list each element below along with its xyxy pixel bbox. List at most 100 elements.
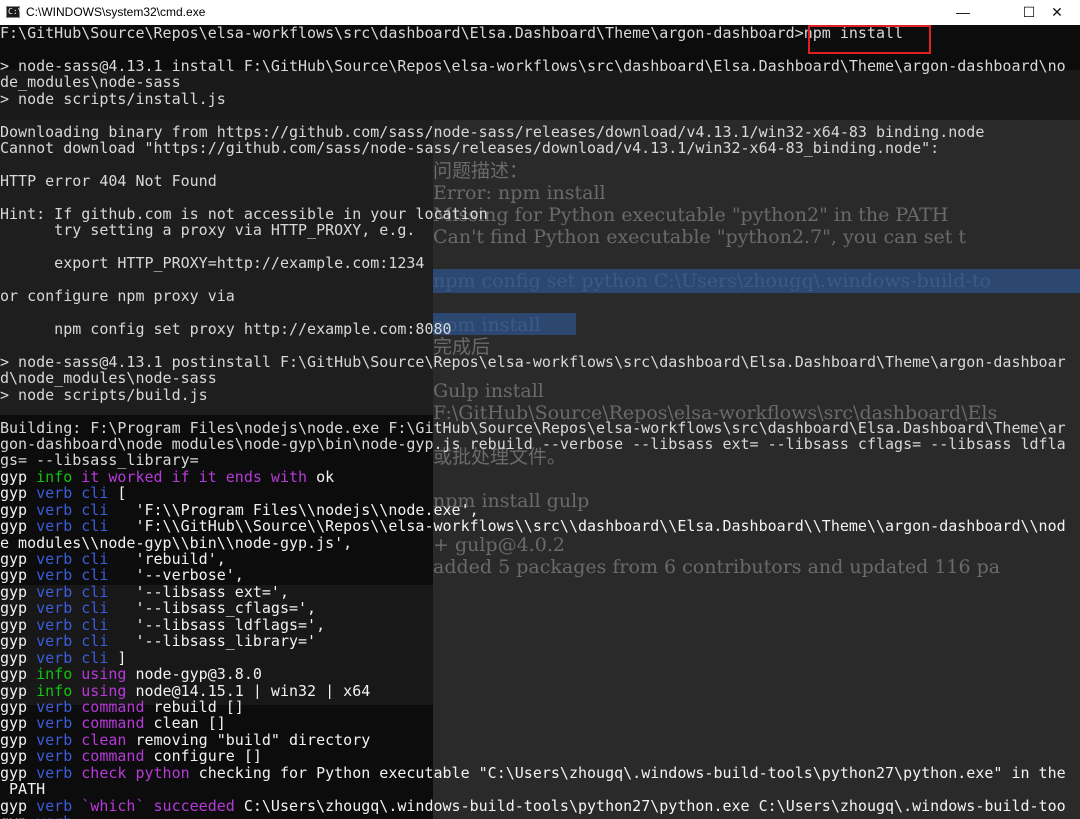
- console-text: ok: [316, 468, 335, 486]
- console-lines: F:\GitHub\Source\Repos\elsa-workflows\sr…: [0, 25, 1080, 819]
- console-line: HTTP error 404 Not Found: [0, 173, 1080, 189]
- console-line: gyp verb clean removing "build" director…: [0, 732, 1080, 748]
- console-text: cli: [72, 567, 109, 584]
- console-text: Cannot download "https://github.com/sass…: [0, 140, 940, 157]
- console-text: 'rebuild',: [108, 551, 226, 568]
- console-line: or configure npm proxy via: [0, 288, 1080, 304]
- console-text: > node scripts/install.js: [0, 90, 226, 108]
- console-text: '--libsass_ldflags=',: [108, 616, 326, 634]
- console-line: gyp verb check python checking for Pytho…: [0, 765, 1080, 781]
- console-text: cli: [72, 616, 109, 634]
- console-text: verb: [36, 731, 73, 749]
- console-line: gyp info it worked if it ends with ok: [0, 469, 1080, 485]
- console-line: gyp verb cli '--verbose',: [0, 567, 1080, 583]
- console-text: verb: [36, 485, 73, 502]
- console-line: gyp verb command configure []: [0, 748, 1080, 764]
- window-title: C:\WINDOWS\system32\cmd.exe: [26, 5, 206, 19]
- console-line: > node scripts/install.js: [0, 91, 1080, 107]
- minimize-button[interactable]: —: [940, 0, 986, 25]
- console-text: it worked if it ends with: [72, 468, 317, 486]
- console-text: ]: [108, 649, 127, 667]
- console-text: PATH: [0, 781, 46, 798]
- console-line: de_modules\node-sass: [0, 74, 1080, 90]
- console-text: cli: [72, 600, 109, 617]
- console-text: e_modules\\node-gyp\\bin\\node-gyp.js',: [0, 534, 353, 551]
- console-line: > node-sass@4.13.1 install F:\GitHub\Sou…: [0, 58, 1080, 74]
- console-text: export HTTP_PROXY=http://example.com:123…: [0, 255, 425, 272]
- console-line: > node scripts/build.js: [0, 387, 1080, 403]
- console-line: gyp verb cli '--libsass_ldflags=',: [0, 617, 1080, 633]
- console-line: gyp verb command rebuild []: [0, 699, 1080, 715]
- title-bar: C:\ C:\WINDOWS\system32\cmd.exe — ☐ ✕: [0, 0, 1080, 25]
- console-text: gyp: [0, 633, 37, 650]
- console-text: cli: [72, 485, 109, 502]
- console-text: de_modules\node-sass: [0, 74, 181, 91]
- console-text: verb: [36, 501, 73, 519]
- console-line: gyp verb cli '--libsass_library=': [0, 633, 1080, 649]
- console-line: Building: F:\Program Files\nodejs\node.e…: [0, 420, 1080, 436]
- console-line: gyp verb cli '--libsass_cflags=',: [0, 600, 1080, 616]
- console-line: gyp verb cli 'rebuild',: [0, 551, 1080, 567]
- console-text: verb: [36, 518, 73, 535]
- console-text: configure []: [144, 748, 262, 765]
- console-text: cli: [72, 633, 109, 650]
- console-text: try setting a proxy via HTTP_PROXY, e.g.: [0, 222, 416, 239]
- console-text: verb: [36, 814, 72, 819]
- console-text: verb: [36, 649, 73, 667]
- console-text: verb: [36, 633, 73, 650]
- console-line: npm config set proxy http://example.com:…: [0, 321, 1080, 337]
- console-text: '--libsass_cflags=',: [108, 600, 317, 617]
- console-text: gyp: [0, 666, 37, 683]
- console-text: info: [36, 682, 73, 699]
- console-text: gyp: [0, 764, 37, 782]
- console-text: > node scripts/build.js: [0, 386, 208, 404]
- console-text: gyp: [0, 698, 37, 716]
- console-text: verb: [36, 600, 73, 617]
- console-text: rebuild []: [144, 698, 244, 716]
- console-line: export HTTP_PROXY=http://example.com:123…: [0, 255, 1080, 271]
- console-text: cli: [72, 649, 109, 667]
- console-line: Hint: If github.com is not accessible in…: [0, 206, 1080, 222]
- console-text: verb: [36, 551, 73, 568]
- console-text: gyp: [0, 649, 37, 667]
- console-app-icon: C:\: [6, 6, 22, 18]
- console-text: verb: [36, 698, 73, 716]
- console-text: npm config set proxy http://example.com:…: [0, 320, 452, 338]
- console-line: Downloading binary from https://github.c…: [0, 124, 1080, 140]
- console-text: gyp: [0, 682, 37, 699]
- console-line: gs= --libsass_library=: [0, 452, 1080, 468]
- console-line: gyp verb `which` succeeded C:\Users\zhou…: [0, 798, 1080, 814]
- console-line: d\node_modules\node-sass: [0, 370, 1080, 386]
- console-text: '--libsass_ext=',: [108, 583, 289, 601]
- console-text: Building: F:\Program Files\nodejs\node.e…: [0, 419, 1066, 436]
- console-text: HTTP error 404 Not Found: [0, 172, 217, 190]
- console-text: verb: [36, 583, 73, 601]
- console-text: gyp: [0, 468, 37, 486]
- console-text: gyp: [0, 731, 37, 749]
- console-text: verb: [36, 616, 73, 634]
- console-output[interactable]: 问题描述： Error: npm install Missing for Pyt…: [0, 25, 1080, 819]
- console-line: gyp info using node-gyp@3.8.0: [0, 666, 1080, 682]
- console-text: cli: [72, 583, 109, 601]
- console-text: gyp: [0, 600, 37, 617]
- console-text: gyp: [0, 797, 37, 814]
- console-text: 'F:\\GitHub\\Source\\Repos\\elsa-workflo…: [108, 518, 1066, 535]
- console-text: verb: [36, 567, 73, 584]
- console-text: F:\GitHub\Source\Repos\elsa-workflows\sr…: [0, 25, 904, 42]
- console-text: clean []: [144, 715, 226, 732]
- console-text: checking for Python executable "C:\Users…: [189, 764, 1066, 782]
- console-text: verb: [36, 797, 73, 814]
- console-text: > node-sass@4.13.1 postinstall F:\GitHub…: [0, 353, 1066, 371]
- console-text: command: [72, 748, 145, 765]
- console-text: gyp: [0, 715, 37, 732]
- console-text: gyp: [0, 501, 37, 519]
- console-text: verb: [36, 748, 73, 765]
- console-text: clean: [72, 731, 127, 749]
- console-text: gyp: [0, 485, 37, 502]
- close-button[interactable]: ✕: [1034, 0, 1080, 25]
